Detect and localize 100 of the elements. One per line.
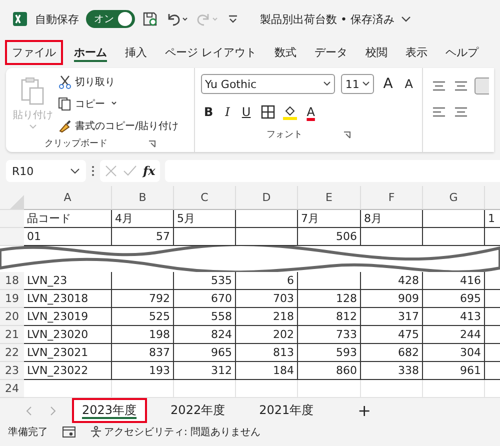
table-cell: 525 <box>112 308 174 326</box>
table-cell: 670 <box>174 290 236 308</box>
ribbon-tab[interactable]: ヘルプ <box>438 40 486 64</box>
bold-button[interactable]: B <box>201 105 216 119</box>
ribbon-tab[interactable]: ファイル <box>5 40 63 64</box>
table-cell: LVN_23020 <box>24 326 112 344</box>
table-cell: 837 <box>112 344 174 362</box>
ribbon-tab[interactable]: データ <box>308 40 354 64</box>
table-cell: 202 <box>236 326 298 344</box>
font-color-button[interactable]: A <box>304 105 318 119</box>
row-header[interactable]: 20 <box>0 308 24 326</box>
caret-icon <box>362 81 370 87</box>
column-header[interactable]: C <box>174 186 236 210</box>
table-cell: 244 <box>423 326 485 344</box>
sheet-tab[interactable]: 2022年度 <box>160 398 236 423</box>
table-cell: 813 <box>236 344 298 362</box>
table-cell: 961 <box>423 362 485 380</box>
column-header[interactable]: F <box>361 186 423 210</box>
document-title[interactable]: 製品別出荷台数 • 保存済み <box>260 12 394 26</box>
ribbon-tab[interactable]: ホーム <box>67 40 114 64</box>
table-cell: 593 <box>298 344 361 362</box>
row-header[interactable]: 24 <box>0 380 24 398</box>
sheet-tab[interactable]: 2021年度 <box>249 398 324 423</box>
ribbon-tab[interactable]: 数式 <box>268 40 304 64</box>
autosave-label: 自動保存 <box>35 12 79 26</box>
table-cell: 413 <box>423 308 485 326</box>
dialog-launcher-icon[interactable] <box>342 130 350 138</box>
underline-button[interactable]: U <box>238 105 254 119</box>
table-cell: 695 <box>423 290 485 308</box>
save-icon[interactable] <box>142 11 158 27</box>
insert-function-button[interactable]: fx <box>143 164 156 178</box>
table-cell: 703 <box>236 290 298 308</box>
table-cell: 860 <box>298 362 361 380</box>
column-header[interactable]: E <box>298 186 361 210</box>
table-cell: 198 <box>112 326 174 344</box>
chevron-down-icon[interactable] <box>401 14 412 24</box>
italic-button[interactable]: I <box>222 105 233 119</box>
table-cell: 57 <box>112 228 174 246</box>
row-header[interactable]: 18 <box>0 272 24 290</box>
shrink-font-button[interactable]: A <box>402 77 416 91</box>
copy-button[interactable]: コピー <box>58 94 178 114</box>
macro-recording-icon[interactable] <box>62 426 76 438</box>
table-cell: 812 <box>298 308 361 326</box>
table-cell: LVN_23021 <box>24 344 112 362</box>
table-cell <box>112 272 174 290</box>
font-size-dropdown[interactable]: 11 <box>341 74 374 94</box>
status-text: 準備完了 <box>8 426 48 439</box>
format-painter-button[interactable]: 書式のコピー/貼り付け <box>58 116 178 136</box>
autosave-toggle[interactable]: オン <box>86 10 135 28</box>
table-cell <box>236 210 298 228</box>
table-cell: 304 <box>423 344 485 362</box>
table-cell: 8月 <box>361 210 423 228</box>
group-label: クリップボード <box>44 137 108 150</box>
spreadsheet-logo-icon <box>12 11 28 27</box>
column-header[interactable]: B <box>112 186 174 210</box>
customize-caret-icon[interactable] <box>227 13 239 25</box>
column-header[interactable]: A <box>24 186 112 210</box>
table-cell: 824 <box>174 326 236 344</box>
table-cell: 品コード <box>24 210 112 228</box>
ribbon-tab[interactable]: 表示 <box>398 40 434 64</box>
table-cell: 193 <box>112 362 174 380</box>
font-name-dropdown[interactable]: Yu Gothic <box>201 74 336 94</box>
table-cell: 965 <box>174 344 236 362</box>
table-cell: 7月 <box>298 210 361 228</box>
table-cell <box>298 272 361 290</box>
fill-color-icon[interactable] <box>282 104 298 120</box>
column-header[interactable]: D <box>236 186 298 210</box>
ribbon-tab[interactable]: 校閲 <box>358 40 394 64</box>
cut-button[interactable]: 切り取り <box>58 72 178 92</box>
scissors-icon <box>58 75 72 89</box>
copy-icon <box>58 97 72 111</box>
table-cell: LVN_23022 <box>24 362 112 380</box>
grow-font-button[interactable]: A <box>380 76 396 92</box>
more-options-icon[interactable] <box>91 165 95 177</box>
table-cell: 682 <box>361 344 423 362</box>
accessibility-icon[interactable] <box>90 426 102 438</box>
table-cell: LVN_23019 <box>24 308 112 326</box>
table-cell: 1 <box>485 210 500 228</box>
table-cell: 475 <box>361 326 423 344</box>
table-cell: 6 <box>236 272 298 290</box>
row-header[interactable]: 23 <box>0 362 24 380</box>
name-box[interactable]: R10 <box>6 160 86 182</box>
table-cell: 5月 <box>174 210 236 228</box>
row-header[interactable]: 19 <box>0 290 24 308</box>
table-cell: 428 <box>361 272 423 290</box>
ribbon-tab[interactable]: 挿入 <box>118 40 154 64</box>
table-cell: LVN_23 <box>24 272 112 290</box>
ribbon-tab[interactable]: ページ レイアウト <box>158 40 264 64</box>
cancel-icon <box>105 165 117 177</box>
row-header[interactable]: 22 <box>0 344 24 362</box>
table-cell: 909 <box>361 290 423 308</box>
add-sheet-button[interactable]: + <box>358 401 372 420</box>
accessibility-status[interactable]: アクセシビリティ: 問題ありません <box>104 425 261 439</box>
previous-sheet-icon <box>24 406 34 416</box>
borders-icon[interactable] <box>260 104 276 120</box>
column-header[interactable]: G <box>423 186 485 210</box>
dialog-launcher-icon[interactable] <box>148 140 156 148</box>
sheet-tab[interactable]: 2023年度 <box>72 398 147 423</box>
caret-icon <box>323 81 332 87</box>
row-header[interactable]: 21 <box>0 326 24 344</box>
